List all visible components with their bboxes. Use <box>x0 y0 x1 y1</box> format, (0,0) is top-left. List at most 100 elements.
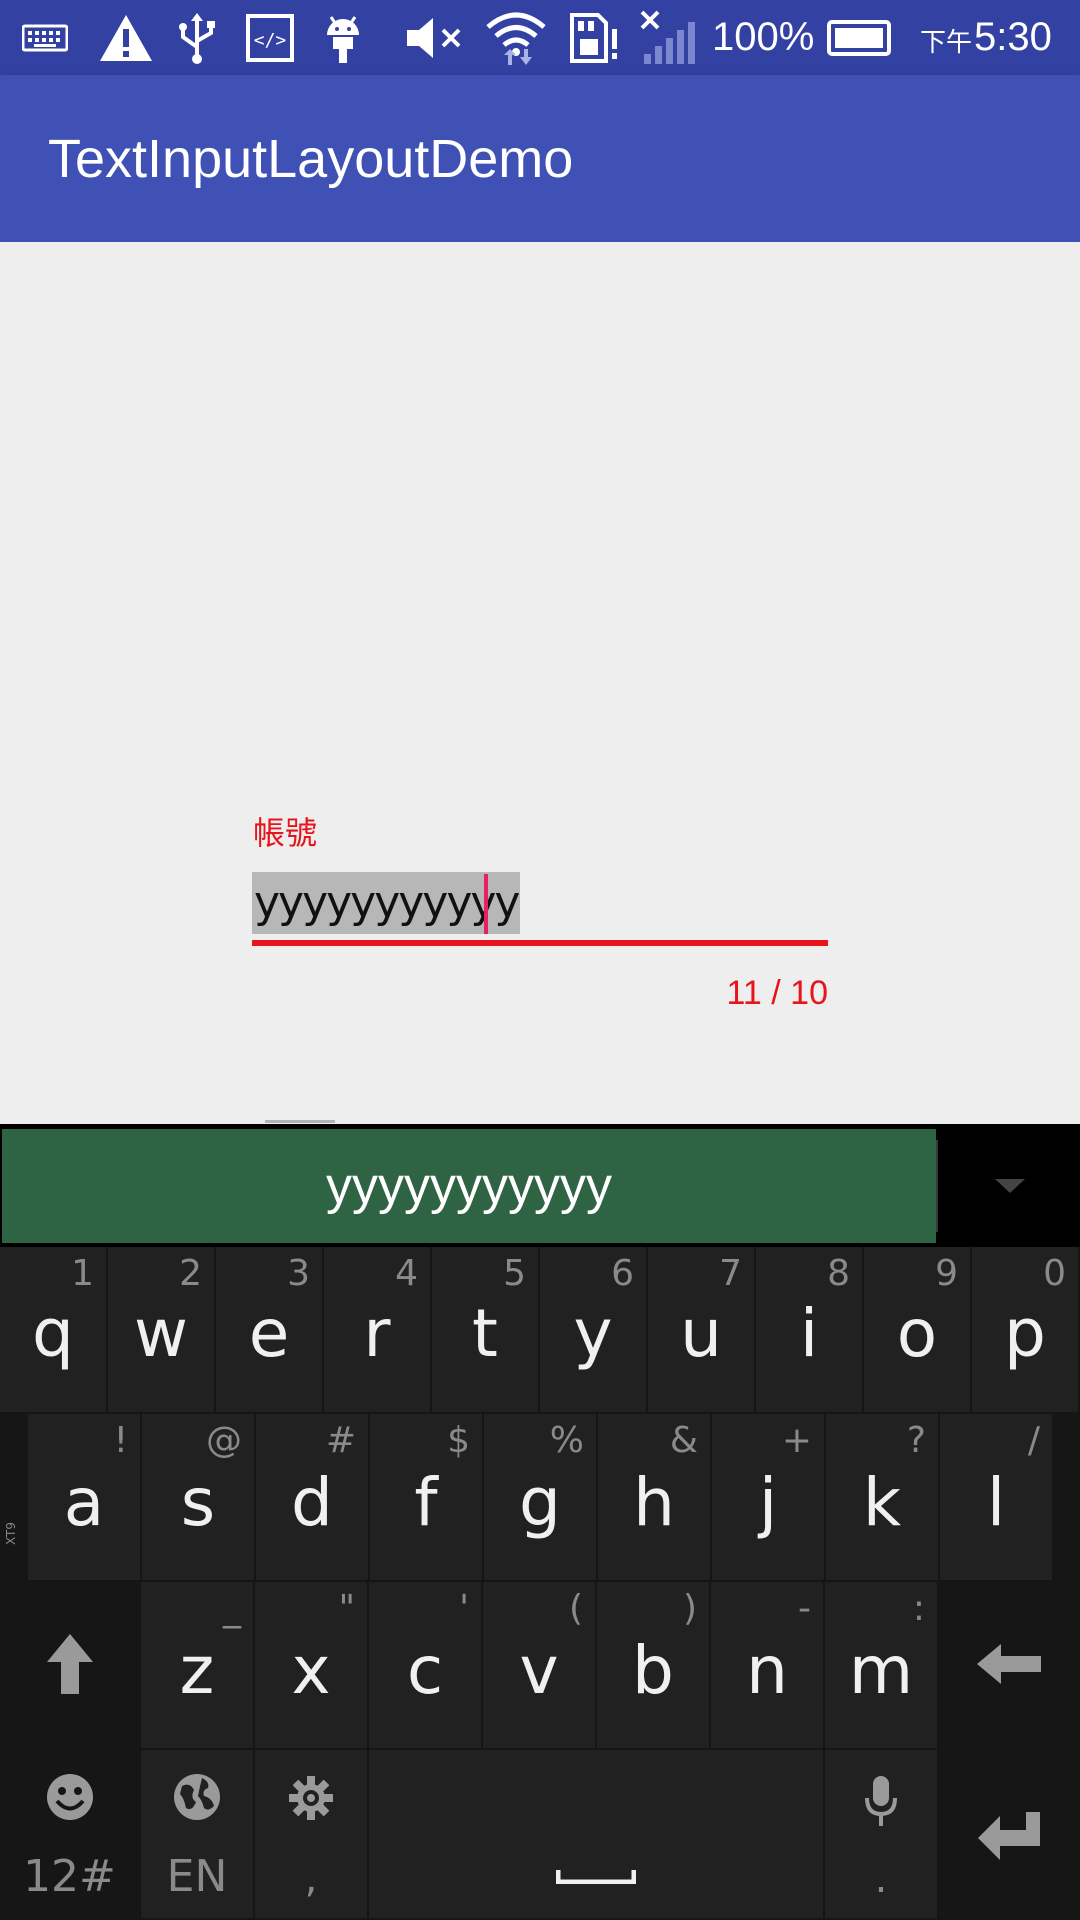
suggestion-divider <box>936 1140 938 1232</box>
key-letter: p <box>1004 1295 1046 1372</box>
key-x[interactable]: " x <box>255 1582 369 1750</box>
chevron-down-icon <box>995 1178 1025 1193</box>
key-hint: ! <box>113 1420 128 1461</box>
key-hint: 9 <box>935 1253 958 1294</box>
key-u[interactable]: 7u <box>648 1247 756 1414</box>
key-b[interactable]: ) b <box>597 1582 711 1750</box>
key-hint: + <box>781 1420 812 1461</box>
status-bar: </> 100% 下午 5:30 <box>0 0 1080 75</box>
key-hint: $ <box>447 1420 470 1461</box>
key-hint: 5 <box>503 1253 526 1294</box>
warning-icon <box>96 10 156 66</box>
key-d[interactable]: # d <box>256 1414 370 1582</box>
key-t[interactable]: 5t <box>432 1247 540 1414</box>
key-letter: z <box>179 1632 215 1709</box>
key-y[interactable]: 6y <box>540 1247 648 1414</box>
key-hint: 3 <box>287 1253 310 1294</box>
app-title: TextInputLayoutDemo <box>48 128 574 189</box>
key-letter: l <box>986 1464 1006 1541</box>
account-floating-label: 帳號 <box>253 814 318 852</box>
key-letter: w <box>134 1295 188 1372</box>
key-s[interactable]: @ s <box>142 1414 256 1582</box>
key-letter: u <box>680 1295 722 1372</box>
svg-text:</>: </> <box>254 30 287 51</box>
key-letter: y <box>573 1295 613 1372</box>
key-hint: ( <box>568 1588 583 1629</box>
key-letter: v <box>519 1632 559 1709</box>
suggestion-strip: yyyyyyyyyyy <box>0 1124 1080 1247</box>
key-letter: r <box>363 1295 391 1372</box>
suggestion-candidate[interactable]: yyyyyyyyyyy <box>2 1129 936 1243</box>
key-o[interactable]: 9o <box>864 1247 972 1414</box>
symbols-label: 12# <box>23 1851 116 1902</box>
key-letter: a <box>63 1464 105 1541</box>
backspace-key[interactable] <box>939 1582 1080 1750</box>
key-letter: b <box>632 1632 674 1709</box>
key-i[interactable]: 8i <box>756 1247 864 1414</box>
emoji-symbols-key[interactable]: 12# <box>0 1750 141 1920</box>
key-hint: / <box>1027 1420 1040 1461</box>
enter-key[interactable] <box>939 1750 1080 1920</box>
key-p[interactable]: 0p <box>972 1247 1080 1414</box>
key-hint: : <box>912 1588 925 1629</box>
key-hint: 2 <box>179 1253 202 1294</box>
key-hint: ) <box>682 1588 697 1629</box>
language-label: EN <box>166 1851 228 1902</box>
key-letter: i <box>799 1295 819 1372</box>
shift-key[interactable] <box>0 1582 141 1750</box>
space-key[interactable] <box>369 1750 825 1920</box>
key-h[interactable]: & h <box>598 1414 712 1582</box>
account-input-selected-text[interactable]: yyyyyyyyyyy <box>252 872 520 934</box>
key-a[interactable]: ! a <box>28 1414 142 1582</box>
time-prefix: 下午 <box>920 27 973 57</box>
clock: 5:30 <box>974 15 1052 59</box>
key-q[interactable]: 1q <box>0 1247 108 1414</box>
code-icon: </> <box>244 10 296 66</box>
key-k[interactable]: ? k <box>826 1414 940 1582</box>
key-v[interactable]: (v <box>483 1582 597 1750</box>
key-g[interactable]: % g <box>484 1414 598 1582</box>
mute-icon <box>404 10 466 66</box>
usb-icon <box>172 10 222 66</box>
space-bar-icon <box>556 1870 636 1884</box>
key-hint: & <box>669 1420 698 1461</box>
key-letter: s <box>180 1464 216 1541</box>
expand-suggestions-button[interactable] <box>940 1124 1080 1247</box>
wifi-icon <box>484 10 548 66</box>
key-letter: n <box>746 1632 788 1709</box>
gear-icon <box>289 1776 333 1820</box>
key-m[interactable]: :m <box>825 1582 939 1750</box>
key-letter: j <box>758 1464 778 1541</box>
key-n[interactable]: -n <box>711 1582 825 1750</box>
smiley-icon <box>46 1774 93 1820</box>
key-j[interactable]: + j <box>712 1414 826 1582</box>
account-input-underline <box>252 940 828 946</box>
key-z[interactable]: _ z <box>141 1582 255 1750</box>
comma-label: , <box>304 1856 318 1902</box>
key-hint: 4 <box>395 1253 418 1294</box>
language-key[interactable]: EN <box>141 1750 255 1920</box>
xt9-label: XT9 <box>4 1522 18 1545</box>
keyboard-icon <box>22 10 68 66</box>
key-hint: 7 <box>719 1253 742 1294</box>
enter-icon <box>977 1812 1040 1860</box>
battery-icon <box>826 10 898 66</box>
key-hint: 6 <box>611 1253 634 1294</box>
key-letter: g <box>519 1464 561 1541</box>
key-hint: _ <box>223 1588 241 1629</box>
character-counter: 11 / 10 <box>726 974 828 1012</box>
sd-card-icon <box>568 10 620 66</box>
backspace-icon <box>976 1644 1041 1684</box>
key-hint: - <box>798 1588 811 1629</box>
key-f[interactable]: $ f <box>370 1414 484 1582</box>
account-input[interactable]: yyyyyyyyyyy <box>252 872 828 944</box>
key-e[interactable]: 3e <box>216 1247 324 1414</box>
key-l[interactable]: / l <box>940 1414 1054 1582</box>
key-r[interactable]: 4r <box>324 1247 432 1414</box>
key-c[interactable]: ' c <box>369 1582 483 1750</box>
key-hint: @ <box>206 1420 242 1461</box>
settings-comma-key[interactable]: , <box>255 1750 369 1920</box>
mic-period-key[interactable]: . <box>825 1750 939 1920</box>
key-w[interactable]: 2w <box>108 1247 216 1414</box>
microphone-icon <box>865 1776 897 1826</box>
